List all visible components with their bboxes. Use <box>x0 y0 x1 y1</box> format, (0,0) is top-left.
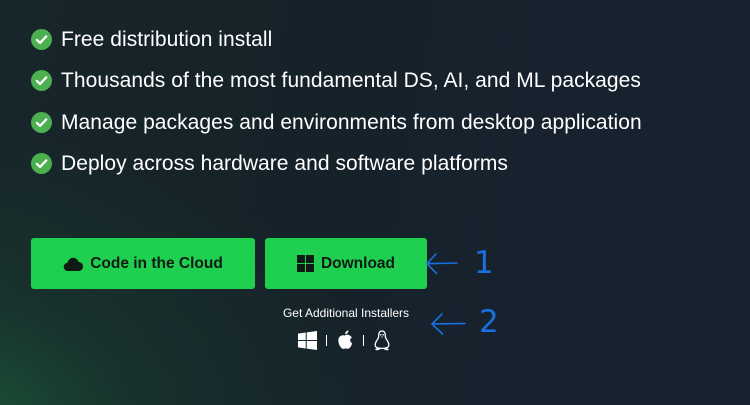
check-circle-icon <box>31 152 52 174</box>
cloud-icon <box>63 257 84 271</box>
installer-platforms <box>298 329 391 351</box>
feature-item: Deploy across hardware and software plat… <box>31 152 642 175</box>
feature-text: Thousands of the most fundamental DS, AI… <box>61 69 641 93</box>
code-in-the-cloud-label: Code in the Cloud <box>90 254 223 272</box>
feature-text: Manage packages and environments from de… <box>61 110 642 134</box>
download-button[interactable]: Download <box>265 238 427 289</box>
apple-icon[interactable] <box>336 330 354 350</box>
annotation-arrow-2 <box>431 313 466 335</box>
feature-text: Free distribution install <box>61 28 273 51</box>
annotation-number-1: 1 <box>474 245 494 281</box>
feature-item: Free distribution install <box>31 28 642 51</box>
code-in-the-cloud-button[interactable]: Code in the Cloud <box>31 238 255 289</box>
feature-list: Free distribution install Thousands of t… <box>31 28 642 193</box>
feature-item: Thousands of the most fundamental DS, AI… <box>31 69 642 92</box>
download-label: Download <box>320 254 396 272</box>
get-additional-installers-label: Get Additional Installers <box>282 306 410 320</box>
feature-item: Manage packages and environments from de… <box>31 111 642 134</box>
feature-text: Deploy across hardware and software plat… <box>61 151 508 175</box>
separator <box>363 334 364 346</box>
check-circle-icon <box>31 29 52 50</box>
annotation-arrow-1 <box>426 253 458 275</box>
check-circle-icon <box>31 111 52 133</box>
linux-icon[interactable] <box>373 329 391 351</box>
windows-icon <box>296 255 314 272</box>
check-circle-icon <box>31 70 52 92</box>
separator <box>326 334 327 346</box>
windows-icon[interactable] <box>298 330 317 350</box>
annotation-number-2: 2 <box>479 304 499 340</box>
